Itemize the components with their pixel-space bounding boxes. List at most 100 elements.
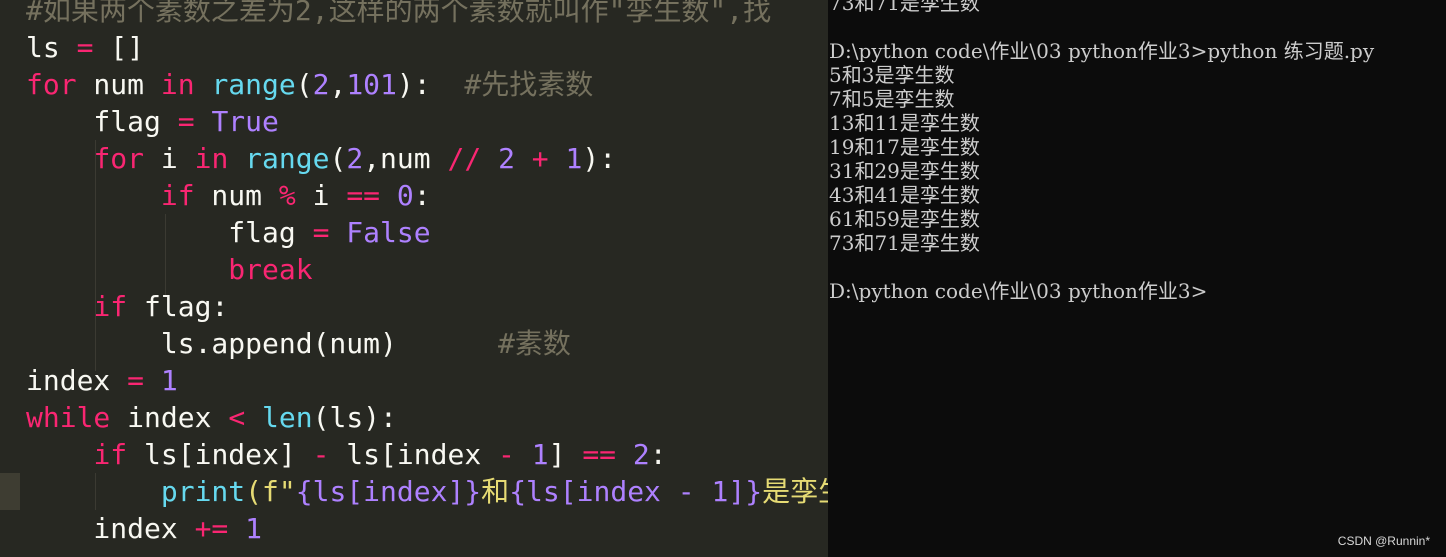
code-token: ,num [363,142,448,175]
code-token: if [160,179,195,212]
code-token: 101 [346,68,397,101]
terminal-line: 7和5是孪生数 [829,87,955,111]
terminal-line: 43和41是孪生数 [829,183,980,207]
code-token: 1 [160,364,178,397]
code-token: if [93,438,128,471]
code-token: == [582,438,617,471]
code-token: flag [26,216,313,249]
terminal-line: 61和59是孪生数 [829,207,980,231]
terminal-line: 73和71是孪生数 [829,231,980,255]
code-token: index [110,401,229,434]
code-line: flag = False [26,214,431,251]
code-line: ls.append(num) #素数 [26,325,571,362]
code-editor[interactable]: #如果两个素数之差为2,这样的两个素数就叫作"孪生数",找 ls = [] for … [0,0,828,557]
code-token: += [194,512,229,545]
code-token: // [447,142,482,175]
current-line-gutter [0,473,20,510]
code-token: 2 [346,142,364,175]
code-token: #素数 [498,327,571,360]
code-line: print(f"{ls[index]}和{ls[index - 1]}是孪生数"… [26,473,828,510]
code-token: ls[index [329,438,499,471]
code-token: range [211,68,296,101]
code-token: (f" [245,475,296,508]
code-token: False [346,216,431,249]
code-line: for num in range(2,101): #先找素数 [26,66,593,103]
code-token: ls[index] [127,438,313,471]
code-token: ls.append(num) [26,327,499,360]
code-token: while [26,401,111,434]
code-line: flag = True [26,103,278,140]
code-token: ( [295,68,313,101]
code-line: if ls[index] - ls[index - 1] == 2: [26,436,667,473]
terminal-line: 13和11是孪生数 [829,111,980,135]
code-token: [] [93,31,145,64]
code-token: 1 [531,438,549,471]
code-token: flag: [127,290,229,323]
code-token: : [413,179,431,212]
code-token: ] [548,438,583,471]
code-token: 是孪生数") [762,475,828,508]
code-line: for i in range(2,num // 2 + 1): [26,140,616,177]
code-line: while index < len(ls): [26,399,397,436]
code-line: ls = [] [26,29,144,66]
code-token: 2 [632,438,650,471]
code-token: in [194,142,229,175]
code-token: = [127,364,145,397]
code-token: if [93,290,128,323]
code-token: (ls): [312,401,397,434]
terminal-window[interactable]: 73和71是孪生数 D:\python code\作业\03 python作业3>… [828,0,1446,557]
code-token: 1 [245,512,263,545]
code-token: == [346,179,381,212]
code-token: 2 [498,142,515,175]
code-token: i [144,142,195,175]
code-line: index = 1 [26,362,178,399]
terminal-line: 73和71是孪生数 [829,0,980,15]
code-token: % [278,179,296,212]
code-token: 0 [396,179,414,212]
code-token: ( [329,142,347,175]
code-token: 2 [312,68,330,101]
code-token: range [245,142,330,175]
code-token: for [93,142,145,175]
code-token: - [312,438,330,471]
code-token: : [649,438,667,471]
terminal-line: 19和17是孪生数 [829,135,980,159]
code-token: index [26,364,128,397]
code-line: if num % i == 0: [26,177,431,214]
code-token: #先找素数 [464,68,594,101]
terminal-line: D:\python code\作业\03 python作业3>python 练习… [829,39,1375,63]
code-token: = [177,105,195,138]
code-token: , [329,68,347,101]
code-token: - [498,438,515,471]
code-line: break [26,251,312,288]
code-token: 和 [481,475,510,508]
code-token: < [228,401,246,434]
code-token: ): [582,142,617,175]
code-token: flag [26,105,178,138]
code-token: #如果两个素数之差为2,这样的两个素数就叫作"孪生数",找 [26,0,772,27]
code-token: index [26,512,195,545]
code-line: if flag: [26,288,228,325]
code-token: {ls[index - 1]} [509,475,763,508]
code-token: {ls[index]} [295,475,482,508]
code-token: i [295,179,347,212]
code-token: ): [396,68,465,101]
terminal-line: D:\python code\作业\03 python作业3> [829,279,1208,303]
code-token: = [312,216,330,249]
